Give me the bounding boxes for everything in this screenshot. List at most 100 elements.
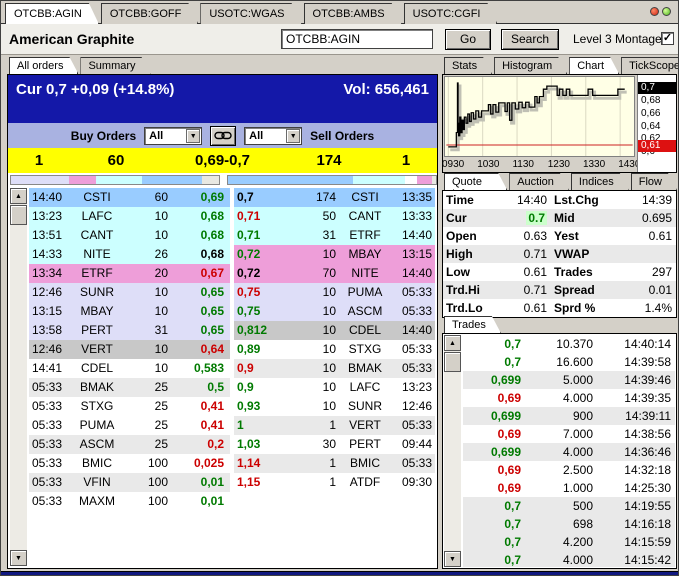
trade-size: 4.000 — [525, 443, 597, 461]
orders-tab[interactable]: All orders — [9, 57, 78, 74]
trade-row[interactable]: 0,69 2.500 14:32:18 — [463, 461, 675, 479]
orders-tab[interactable]: Summary — [80, 57, 150, 74]
scroll-down-icon[interactable]: ▼ — [10, 550, 27, 566]
market-maker-id: MBAY — [339, 245, 391, 264]
sell-order-row[interactable]: 0,72 10 MBAY 13:15 — [234, 245, 435, 264]
chevron-down-icon[interactable]: ▼ — [186, 129, 200, 143]
symbol-tab[interactable]: OTCBB:GOFF — [101, 3, 199, 24]
trade-row[interactable]: 0,7 500 14:19:55 — [463, 497, 675, 515]
buy-filter-select[interactable]: All ▼ — [144, 127, 202, 145]
symbol-tab[interactable]: USOTC:CGFI — [404, 3, 498, 24]
chart-tab[interactable]: Chart — [569, 57, 619, 74]
buy-order-row[interactable]: 05:33 VFIN 100 0,01 — [29, 473, 230, 492]
sell-order-row[interactable]: 0,72 70 NITE 14:40 — [234, 264, 435, 283]
market-maker-id: PERT — [339, 435, 391, 454]
trade-row[interactable]: 0,69 1.000 14:25:30 — [463, 479, 675, 497]
trade-row[interactable]: 0,7 10.370 14:40:14 — [463, 335, 675, 353]
connect-indicator-icon[interactable] — [662, 7, 671, 16]
ask-price: 0,71 — [234, 226, 286, 245]
go-button[interactable]: Go — [445, 29, 491, 50]
sell-order-row[interactable]: 1,14 1 BMIC 05:33 — [234, 454, 435, 473]
buy-order-row[interactable]: 13:34 ETRF 20 0,67 — [29, 264, 230, 283]
order-size: 10 — [123, 283, 171, 302]
sell-order-row[interactable]: 0,75 10 ASCM 05:33 — [234, 302, 435, 321]
trade-row[interactable]: 0,69 7.000 14:38:56 — [463, 425, 675, 443]
sell-order-row[interactable]: 0,93 10 SUNR 12:46 — [234, 397, 435, 416]
buy-order-row[interactable]: 12:46 SUNR 10 0,65 — [29, 283, 230, 302]
trade-row[interactable]: 0,7 4.200 14:15:59 — [463, 533, 675, 551]
sell-order-row[interactable]: 0,812 10 CDEL 14:40 — [234, 321, 435, 340]
buy-order-row[interactable]: 12:46 VERT 10 0,64 — [29, 340, 230, 359]
scroll-up-icon[interactable]: ▲ — [444, 335, 461, 351]
trades-tab[interactable]: Trades — [444, 316, 501, 333]
trade-row[interactable]: 0,699 5.000 14:39:46 — [463, 371, 675, 389]
buy-order-row[interactable]: 05:33 BMIC 100 0,025 — [29, 454, 230, 473]
sell-order-row[interactable]: 1,15 1 ATDF 09:30 — [234, 473, 435, 492]
buy-order-row[interactable]: 13:51 CANT 10 0,68 — [29, 226, 230, 245]
sell-order-row[interactable]: 0,7 174 CSTI 13:35 — [234, 188, 435, 207]
disconnect-indicator-icon[interactable] — [650, 7, 659, 16]
market-maker-id: PERT — [71, 321, 123, 340]
sell-order-row[interactable]: 0,71 50 CANT 13:33 — [234, 207, 435, 226]
buy-order-row[interactable]: 05:33 STXG 25 0,41 — [29, 397, 230, 416]
symbol-tab[interactable]: OTCBB:AGIN — [5, 3, 99, 24]
order-time: 12:46 — [29, 340, 71, 359]
scroll-down-icon[interactable]: ▼ — [444, 551, 461, 567]
sell-filter-select[interactable]: All ▼ — [244, 127, 302, 145]
buy-order-row[interactable]: 05:33 PUMA 25 0,41 — [29, 416, 230, 435]
trade-row[interactable]: 0,7 4.000 14:15:42 — [463, 551, 675, 567]
info-tab[interactable]: Auction — [509, 173, 569, 190]
info-tab[interactable]: Indices — [571, 173, 629, 190]
scroll-up-icon[interactable]: ▲ — [10, 188, 27, 204]
symbol-input[interactable] — [281, 29, 433, 49]
scrollbar-thumb[interactable] — [444, 352, 461, 372]
sell-order-row[interactable]: 0,9 10 LAFC 13:23 — [234, 378, 435, 397]
scrollbar-thumb[interactable] — [10, 205, 27, 225]
buy-order-row[interactable]: 05:33 ASCM 25 0,2 — [29, 435, 230, 454]
sell-order-row[interactable]: 0,71 31 ETRF 14:40 — [234, 226, 435, 245]
level3-montage-checkbox[interactable]: ✓ — [661, 32, 674, 45]
window-bottom-border — [1, 571, 678, 575]
buy-order-row[interactable]: 14:40 CSTI 60 0,69 — [29, 188, 230, 207]
info-tab[interactable]: Flow — [631, 173, 677, 190]
chevron-down-icon[interactable]: ▼ — [286, 129, 300, 143]
trades-scrollbar[interactable]: ▲ ▼ — [444, 335, 461, 567]
symbol-tab[interactable]: OTCBB:AMBS — [304, 3, 402, 24]
book-scrollbar[interactable]: ▲ ▼ — [10, 188, 27, 566]
buy-order-row[interactable]: 13:23 LAFC 10 0,68 — [29, 207, 230, 226]
info-tab-bar: Quote InfoAuctionIndicesFlow — [444, 173, 677, 190]
quote-info-row: Time 14:40 Lst.Chg 14:39 — [443, 191, 676, 209]
trade-row[interactable]: 0,699 4.000 14:36:46 — [463, 443, 675, 461]
buy-order-row[interactable]: 13:58 PERT 31 0,65 — [29, 321, 230, 340]
quote-field-value: 0.7 — [495, 209, 551, 227]
buy-order-row[interactable]: 14:41 CDEL 10 0,583 — [29, 359, 230, 378]
order-size: 174 — [286, 188, 339, 207]
symbol-tab[interactable]: USOTC:WGAS — [200, 3, 301, 24]
trade-row[interactable]: 0,7 16.600 14:39:58 — [463, 353, 675, 371]
link-filters-button[interactable] — [210, 126, 236, 146]
sell-order-row[interactable]: 0,9 10 BMAK 05:33 — [234, 359, 435, 378]
buy-order-row[interactable]: 14:33 NITE 26 0,68 — [29, 245, 230, 264]
x-tick-label: 1230 — [548, 159, 570, 170]
buy-order-row[interactable]: 05:33 MAXM 100 0,01 — [29, 492, 230, 511]
inside-bid: 0,69 — [195, 152, 224, 169]
info-tab[interactable]: Quote Info — [444, 173, 507, 190]
sell-order-row[interactable]: 1,03 30 PERT 09:44 — [234, 435, 435, 454]
buy-order-row[interactable]: 13:15 MBAY 10 0,65 — [29, 302, 230, 321]
order-time: 05:33 — [391, 283, 435, 302]
search-button[interactable]: Search — [501, 29, 559, 50]
ask-price: 0,9 — [234, 359, 286, 378]
quote-field-value: 0.61 — [495, 263, 551, 281]
market-maker-id: CSTI — [71, 188, 123, 207]
chart-tab[interactable]: Histogram — [494, 57, 567, 74]
sell-order-row[interactable]: 0,89 10 STXG 05:33 — [234, 340, 435, 359]
chart-tab[interactable]: TickScope — [621, 57, 679, 74]
trade-row[interactable]: 0,7 698 14:16:18 — [463, 515, 675, 533]
chart-tab[interactable]: Stats — [444, 57, 492, 74]
sell-order-row[interactable]: 0,75 10 PUMA 05:33 — [234, 283, 435, 302]
sell-order-row[interactable]: 1 1 VERT 05:33 — [234, 416, 435, 435]
trade-row[interactable]: 0,69 4.000 14:39:35 — [463, 389, 675, 407]
depth-distribution-bars — [10, 175, 437, 187]
trade-row[interactable]: 0,699 900 14:39:11 — [463, 407, 675, 425]
buy-order-row[interactable]: 05:33 BMAK 25 0,5 — [29, 378, 230, 397]
